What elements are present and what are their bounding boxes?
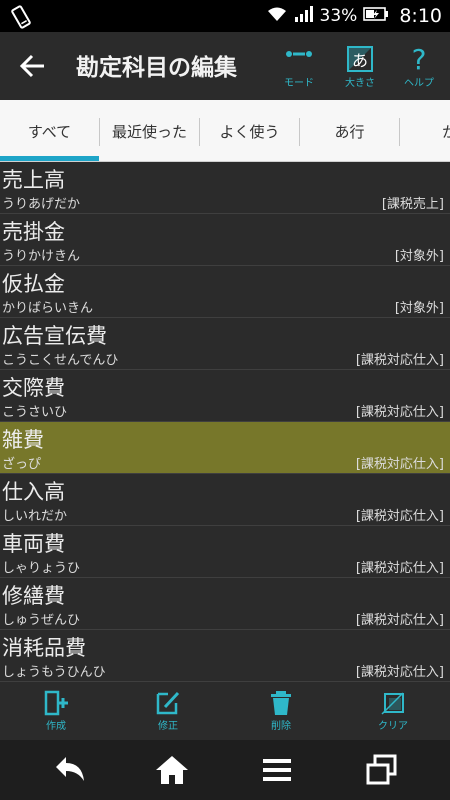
account-name: 雑費 [2,428,44,452]
account-reading: しゃりょうひ [2,561,81,576]
list-item[interactable]: 修繕費 しゅうぜんひ [課税対応仕入] [0,578,450,630]
back-arrow-icon [19,54,44,78]
account-reading: うりあげだか [2,197,81,212]
help-icon: ? [412,44,427,74]
account-name: 仮払金 [2,272,65,296]
svg-text:?: ? [412,44,427,74]
battery-icon [363,6,389,26]
list-item[interactable]: 仮払金 かりばらいきん [対象外] [0,266,450,318]
edit-icon [156,691,180,715]
home-icon [156,756,188,784]
list-item[interactable]: 消耗品費 しょうもうひんひ [課税対応仕入] [0,630,450,682]
tax-category: [課税対応仕入] [355,561,444,576]
list-item[interactable]: 仕入高 しいれだか [課税対応仕入] [0,474,450,526]
create-button[interactable]: 作成 [26,690,86,738]
nav-recents-button[interactable] [362,753,402,787]
back-button[interactable] [16,50,50,82]
edit-label: 修正 [158,721,178,732]
list-item-selected[interactable]: 雑費 ざっぴ [課税対応仕入] [0,422,450,474]
nav-menu-button[interactable] [257,753,297,787]
svg-text:あ: あ [352,51,368,70]
nav-back-button[interactable] [50,753,90,787]
help-label: ヘルプ [404,78,434,89]
edit-button[interactable]: 修正 [138,690,198,738]
tax-category: [課税対応仕入] [355,405,444,420]
tab-ka-row[interactable]: か [400,100,450,161]
account-name: 仕入高 [2,480,65,504]
bottom-toolbar: 作成 修正 削除 クリア [0,686,450,740]
status-bar: 33% 8:10 [0,0,450,32]
account-name: 交際費 [2,376,65,400]
account-reading: しいれだか [2,509,68,524]
list-item[interactable]: 売上高 うりあげだか [課税売上] [0,162,450,214]
help-button[interactable]: ? ヘルプ [392,40,446,94]
list-item[interactable]: 交際費 こうさいひ [課税対応仕入] [0,370,450,422]
list-item[interactable]: 広告宣伝費 こうこくせんでんひ [課税対応仕入] [0,318,450,370]
create-label: 作成 [46,721,66,732]
tab-all[interactable]: すべて [0,100,99,161]
recent-apps-icon [366,754,397,785]
tax-category: [課税対応仕入] [355,457,444,472]
delete-label: 削除 [271,721,291,732]
clock: 8:10 [399,5,442,27]
account-reading: こうさいひ [2,405,68,420]
list-item[interactable]: 車両費 しゃりょうひ [課税対応仕入] [0,526,450,578]
system-nav-bar [0,740,450,800]
account-reading: こうこくせんでんひ [2,353,119,368]
account-reading: うりかけきん [2,249,81,264]
account-reading: しょうもうひんひ [2,665,106,680]
trash-icon [271,691,291,715]
delete-button[interactable]: 削除 [251,690,311,738]
tax-category: [課税対応仕入] [355,665,444,680]
tax-category: [対象外] [394,249,444,264]
text-size-button[interactable]: あ 大きさ [333,40,387,94]
list-item[interactable]: 売掛金 うりかけきん [対象外] [0,214,450,266]
page-title: 勘定科目の編集 [76,55,237,81]
menu-icon [263,759,291,781]
account-name: 売掛金 [2,220,65,244]
mode-label: モード [284,78,314,89]
screen-rotation-icon [8,5,34,29]
tax-category: [対象外] [394,301,444,316]
tax-category: [課税対応仕入] [355,353,444,368]
account-name: 広告宣伝費 [2,324,107,348]
nav-home-button[interactable] [152,753,192,787]
account-list[interactable]: 売上高 うりあげだか [課税売上] 売掛金 うりかけきん [対象外] 仮払金 か… [0,162,450,686]
action-bar: 勘定科目の編集 モード あ 大きさ ? ヘルプ [0,32,450,100]
signal-icon [294,5,314,27]
tax-category: [課税売上] [381,197,444,212]
create-icon [44,690,68,716]
text-size-label: 大きさ [345,78,375,89]
tab-recent[interactable]: 最近使った [100,100,199,161]
account-reading: かりばらいきん [2,301,94,316]
nav-back-icon [56,757,84,781]
text-size-icon: あ [347,46,373,72]
account-name: 売上高 [2,168,65,192]
account-name: 修繕費 [2,584,65,608]
wifi-icon [266,5,288,27]
category-tabs: すべて 最近使った よく使う あ行 か [0,100,450,162]
clear-icon [381,692,404,715]
account-name: 消耗品費 [2,636,86,660]
mode-button[interactable]: モード [272,40,326,94]
tax-category: [課税対応仕入] [355,613,444,628]
battery-percent: 33% [319,6,358,26]
tab-frequent[interactable]: よく使う [200,100,299,161]
tab-a-row[interactable]: あ行 [300,100,399,161]
account-name: 車両費 [2,532,65,556]
clear-label: クリア [378,721,408,732]
clear-button[interactable]: クリア [363,690,423,738]
account-reading: しゅうぜんひ [2,613,81,628]
account-reading: ざっぴ [2,457,42,472]
mode-icon [286,51,312,57]
tax-category: [課税対応仕入] [355,509,444,524]
